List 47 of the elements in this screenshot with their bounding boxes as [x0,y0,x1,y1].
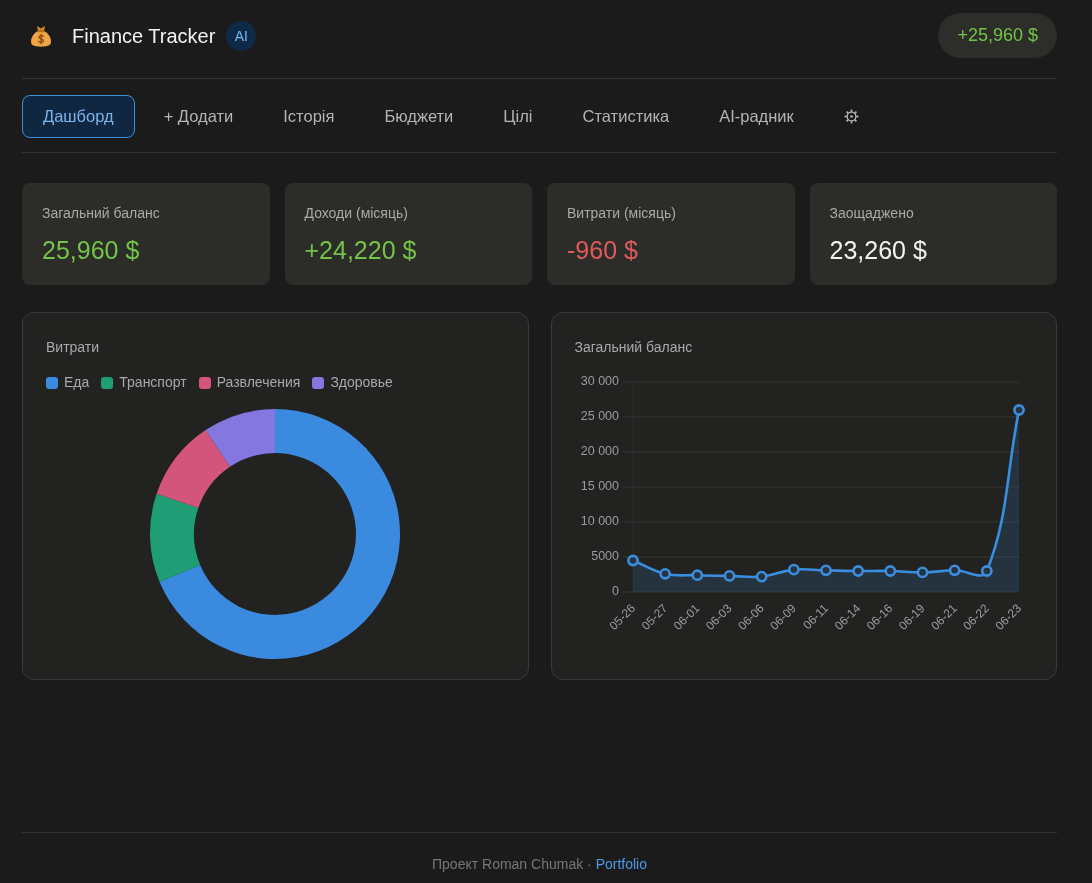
nav-tab[interactable]: Статистика [561,95,691,138]
y-axis-label: 25 000 [580,409,619,424]
stat-value: 25,960 $ [42,235,141,265]
footer-credit: Проект Roman Chumak · Portfolio [432,856,647,873]
y-axis-label: 10 000 [580,514,619,529]
app-title: Finance Tracker [72,23,216,48]
chart-title: Витрати [46,339,101,356]
chart-title: Загальний баланс [574,339,694,356]
data-point [690,569,703,582]
stat-label: Доходи (місяць) [304,205,409,222]
data-point [819,564,832,577]
nav-tab[interactable]: Цілі [482,95,554,138]
legend-label: Транспорт [119,374,187,391]
nav-tab[interactable]: + Додати [142,95,255,138]
stat-value: -960 $ [567,235,639,265]
nav-tab[interactable]: AI-радник [698,95,815,138]
legend-label: Здоровье [330,374,393,391]
data-point [1012,404,1025,416]
data-point [851,565,864,577]
data-point [755,570,768,583]
settings-icon [843,109,859,124]
data-point [723,570,735,582]
nav-tab[interactable]: Історія [262,95,356,138]
data-point [658,567,671,580]
stat-label: Заощаджено [829,205,915,222]
y-axis-label: 0 [611,584,619,599]
y-axis-label: 20 000 [580,444,619,459]
data-point [883,565,896,577]
y-axis-label: 5000 [590,549,619,564]
legend-label: Еда [64,374,90,391]
stat-value: 23,260 $ [829,235,928,265]
portfolio-link[interactable]: Portfolio [595,856,647,872]
y-axis-label: 15 000 [580,479,619,494]
balance-pill: +25,960 $ [938,13,1057,58]
data-point [948,564,961,577]
stat-value: +24,220 $ [304,235,418,265]
stat-label: Витрати (місяць) [567,205,677,222]
y-axis-label: 30 000 [580,374,619,389]
ai-badge: AI [226,20,257,51]
nav-tab[interactable]: Бюджети [363,95,475,138]
legend-label: Развлечения [216,374,301,391]
data-point [980,565,993,577]
stat-label: Загальний баланс [42,205,161,222]
data-point [787,563,800,576]
nav-tab[interactable]: Дашборд [22,95,135,138]
data-point [626,554,639,567]
data-point [916,566,928,579]
